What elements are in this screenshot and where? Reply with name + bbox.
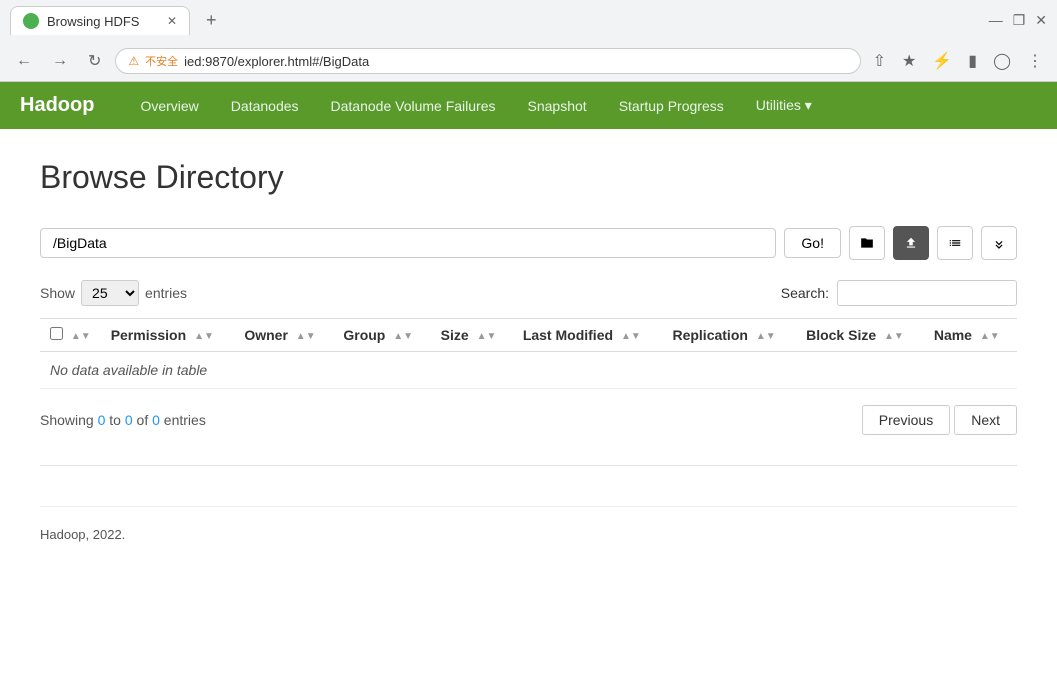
last-modified-sort-icon: ▲▼ <box>621 331 641 342</box>
restore-button[interactable]: ❐ <box>1013 12 1026 29</box>
nav-utilities[interactable]: Utilities ▾ <box>740 83 828 128</box>
col-replication[interactable]: Replication ▲▼ <box>662 319 796 352</box>
col-last-modified[interactable]: Last Modified ▲▼ <box>513 319 663 352</box>
showing-info: Showing 0 to 0 of 0 entries <box>40 412 206 428</box>
refresh-button[interactable]: ↻ <box>82 47 107 75</box>
showing-of: 0 <box>152 412 160 428</box>
search-bar: Search: <box>781 280 1017 306</box>
tab-title: Browsing HDFS <box>47 14 139 29</box>
nav-startup-progress[interactable]: Startup Progress <box>603 84 740 128</box>
previous-button[interactable]: Previous <box>862 405 950 435</box>
table-controls: Show 10 25 50 100 entries Search: <box>40 280 1017 306</box>
hadoop-navbar: Hadoop Overview Datanodes Datanode Volum… <box>0 82 1057 129</box>
back-button[interactable]: ← <box>10 48 38 74</box>
entries-label: entries <box>145 285 187 301</box>
permission-sort-icon: ▲▼ <box>194 331 214 342</box>
col-permission[interactable]: Permission ▲▼ <box>101 319 235 352</box>
page-title: Browse Directory <box>40 159 1017 196</box>
close-button[interactable]: ✕ <box>1035 12 1047 29</box>
pagination-area: Showing 0 to 0 of 0 entries Previous Nex… <box>40 405 1017 435</box>
profile-icon[interactable]: ◯ <box>989 47 1015 75</box>
security-icon: ⚠ <box>128 54 139 68</box>
col-size[interactable]: Size ▲▼ <box>431 319 513 352</box>
showing-prefix: Showing <box>40 412 98 428</box>
browser-toolbar: ← → ↻ ⚠ 不安全 ied:9870/explorer.html#/BigD… <box>0 41 1057 81</box>
owner-sort-icon: ▲▼ <box>296 331 316 342</box>
address-bar[interactable]: ⚠ 不安全 ied:9870/explorer.html#/BigData <box>115 48 860 74</box>
forward-button[interactable]: → <box>46 48 74 74</box>
footer-divider <box>40 465 1017 466</box>
size-sort-icon: ▲▼ <box>477 331 497 342</box>
tab-close-button[interactable]: ✕ <box>167 14 177 28</box>
tab-favicon <box>23 13 39 29</box>
url-text: ied:9870/explorer.html#/BigData <box>184 54 847 69</box>
path-bar: Go! <box>40 226 1017 260</box>
showing-to: 0 <box>125 412 133 428</box>
search-label: Search: <box>781 285 829 301</box>
name-sort-icon: ▲▼ <box>980 331 1000 342</box>
menu-icon[interactable]: ⋮ <box>1023 47 1047 75</box>
col-group[interactable]: Group ▲▼ <box>333 319 430 352</box>
select-all-col[interactable]: ▲▼ <box>40 319 101 352</box>
nav-datanode-volume-failures[interactable]: Datanode Volume Failures <box>315 84 512 128</box>
next-button[interactable]: Next <box>954 405 1017 435</box>
sort-icons: ▲▼ <box>71 331 91 342</box>
showing-suffix: entries <box>160 412 206 428</box>
col-owner[interactable]: Owner ▲▼ <box>234 319 333 352</box>
sidebar-icon[interactable]: ▮ <box>964 47 981 75</box>
path-input[interactable] <box>40 228 776 258</box>
show-label: Show <box>40 285 75 301</box>
main-content: Browse Directory Go! Show 10 25 50 100 e… <box>0 129 1057 572</box>
new-tab-button[interactable]: + <box>198 6 225 35</box>
list-icon-button[interactable] <box>937 226 973 260</box>
go-button[interactable]: Go! <box>784 228 841 258</box>
block-size-sort-icon: ▲▼ <box>884 331 904 342</box>
minimize-button[interactable]: — <box>989 12 1003 29</box>
filter-icon-button[interactable] <box>981 226 1017 260</box>
col-block-size[interactable]: Block Size ▲▼ <box>796 319 924 352</box>
directory-table: ▲▼ Permission ▲▼ Owner ▲▼ Group ▲▼ Size … <box>40 318 1017 389</box>
table-body: No data available in table <box>40 352 1017 389</box>
window-controls: — ❐ ✕ <box>989 12 1047 29</box>
pagination-buttons: Previous Next <box>862 405 1017 435</box>
folder-icon-button[interactable] <box>849 226 885 260</box>
browser-chrome: Browsing HDFS ✕ + — ❐ ✕ ← → ↻ ⚠ 不安全 ied:… <box>0 0 1057 82</box>
footer-text: Hadoop, 2022. <box>40 527 125 542</box>
show-entries-control: Show 10 25 50 100 entries <box>40 280 187 306</box>
entries-select[interactable]: 10 25 50 100 <box>81 280 139 306</box>
bookmark-icon[interactable]: ★ <box>898 47 920 75</box>
replication-sort-icon: ▲▼ <box>756 331 776 342</box>
col-name[interactable]: Name ▲▼ <box>924 319 1017 352</box>
nav-datanodes[interactable]: Datanodes <box>215 84 315 128</box>
toolbar-actions: ⇧ ★ ⚡ ▮ ◯ ⋮ <box>869 47 1047 75</box>
extensions-icon[interactable]: ⚡ <box>928 47 956 75</box>
group-sort-icon: ▲▼ <box>393 331 413 342</box>
security-warning-text: 不安全 <box>145 53 178 69</box>
upload-icon-button[interactable] <box>893 226 929 260</box>
select-all-checkbox[interactable] <box>50 327 63 340</box>
table-header: ▲▼ Permission ▲▼ Owner ▲▼ Group ▲▼ Size … <box>40 319 1017 352</box>
no-data-message: No data available in table <box>40 352 1017 389</box>
footer: Hadoop, 2022. <box>40 506 1017 542</box>
nav-snapshot[interactable]: Snapshot <box>512 84 603 128</box>
browser-titlebar: Browsing HDFS ✕ + — ❐ ✕ <box>0 0 1057 41</box>
browser-tab[interactable]: Browsing HDFS ✕ <box>10 6 190 35</box>
search-input[interactable] <box>837 280 1017 306</box>
hadoop-brand: Hadoop <box>20 82 114 129</box>
share-icon[interactable]: ⇧ <box>869 47 890 75</box>
no-data-row: No data available in table <box>40 352 1017 389</box>
nav-overview[interactable]: Overview <box>124 84 214 128</box>
